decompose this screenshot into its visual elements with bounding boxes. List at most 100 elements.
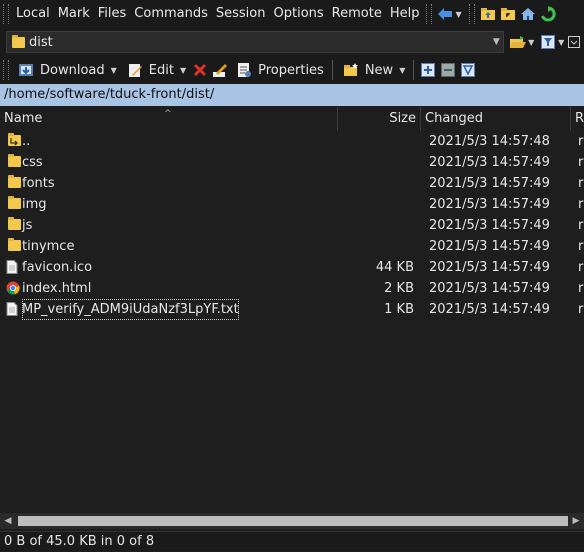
- open-directory-icon[interactable]: [508, 32, 528, 52]
- column-name-label: Name: [4, 111, 43, 126]
- file-size: 2 KB: [384, 281, 414, 296]
- file-name: favicon.ico: [22, 260, 93, 275]
- parent-directory-icon[interactable]: [478, 4, 498, 24]
- file-name: fonts: [22, 176, 55, 191]
- folder-icon: [8, 175, 21, 188]
- file-list[interactable]: .. 2021/5/3 14:57:48 r css 2021/5/3 14:57:49…: [0, 131, 584, 511]
- menu-files[interactable]: Files: [94, 0, 131, 28]
- file-changed: 2021/5/3 14:57:49: [429, 176, 550, 191]
- column-changed-label: Changed: [425, 111, 484, 126]
- column-changed[interactable]: Changed: [421, 107, 571, 131]
- file-size: 1 KB: [384, 302, 414, 317]
- path-bar: dist ▼ ▼ ▼: [0, 28, 584, 56]
- download-icon: [16, 60, 36, 80]
- edit-label: Edit: [148, 62, 174, 78]
- new-button[interactable]: New ▼: [337, 58, 410, 82]
- file-changed: 2021/5/3 14:57:49: [429, 302, 550, 317]
- scroll-right-icon[interactable]: ▶: [568, 513, 584, 529]
- menu-remote[interactable]: Remote: [328, 0, 386, 28]
- filter-icon[interactable]: [538, 32, 558, 52]
- file-changed: 2021/5/3 14:57:49: [429, 239, 550, 254]
- delete-icon[interactable]: [190, 60, 210, 80]
- file-changed: 2021/5/3 14:57:49: [429, 155, 550, 170]
- home-directory-icon[interactable]: [518, 4, 538, 24]
- file-rights: r: [578, 281, 584, 296]
- file-row[interactable]: css 2021/5/3 14:57:49 r: [0, 152, 584, 173]
- folder-icon: [8, 196, 21, 209]
- chevron-down-icon[interactable]: ▼: [180, 66, 186, 75]
- chrome-icon: [6, 281, 20, 295]
- file-changed: 2021/5/3 14:57:49: [429, 260, 550, 275]
- file-changed: 2021/5/3 14:57:49: [429, 218, 550, 233]
- column-name[interactable]: Name ^: [0, 107, 338, 131]
- file-changed: 2021/5/3 14:57:49: [429, 281, 550, 296]
- back-arrow-icon[interactable]: [435, 4, 455, 24]
- file-rights: r: [578, 302, 584, 317]
- edit-button[interactable]: Edit ▼: [121, 58, 190, 82]
- toolbar: Download ▼ Edit ▼ Properties New ▼: [0, 56, 584, 84]
- file-row[interactable]: favicon.ico 44 KB 2021/5/3 14:57:49 r: [0, 257, 584, 278]
- scrollbar-thumb[interactable]: [18, 516, 568, 526]
- file-row[interactable]: .. 2021/5/3 14:57:48 r: [0, 131, 584, 152]
- toolbar-grip[interactable]: [3, 4, 9, 24]
- file-name: ..: [22, 134, 31, 149]
- file-row[interactable]: img 2021/5/3 14:57:49 r: [0, 194, 584, 215]
- file-row[interactable]: js 2021/5/3 14:57:49 r: [0, 215, 584, 236]
- file-name: tinymce: [22, 239, 75, 254]
- toolbar-grip[interactable]: [3, 60, 9, 80]
- folder-icon: [8, 238, 21, 251]
- file-changed: 2021/5/3 14:57:48: [429, 134, 550, 149]
- select-all-icon[interactable]: [418, 60, 438, 80]
- open-directory-dropdown-icon[interactable]: ▼: [528, 38, 534, 47]
- directory-combo[interactable]: dist ▼: [6, 31, 505, 53]
- refresh-icon[interactable]: [538, 4, 558, 24]
- file-rights: r: [578, 197, 584, 212]
- chevron-down-icon[interactable]: ▼: [489, 37, 503, 47]
- horizontal-scrollbar[interactable]: ◀ ▶: [0, 513, 584, 529]
- file-row[interactable]: tinymce 2021/5/3 14:57:49 r: [0, 236, 584, 257]
- chevron-down-icon[interactable]: ▼: [399, 66, 405, 75]
- file-rights: r: [578, 260, 584, 275]
- menu-options[interactable]: Options: [270, 0, 328, 28]
- new-label: New: [364, 62, 394, 78]
- file-size: 44 KB: [375, 260, 414, 275]
- file-rights: r: [578, 239, 584, 254]
- chevron-down-icon[interactable]: ▼: [111, 66, 117, 75]
- status-bar: 0 B of 45.0 KB in 0 of 8: [0, 531, 584, 551]
- menu-bar: Local Mark Files Commands Session Option…: [0, 0, 584, 28]
- file-rights: r: [578, 218, 584, 233]
- scroll-left-icon[interactable]: ◀: [0, 513, 16, 529]
- root-directory-icon[interactable]: [498, 4, 518, 24]
- download-button[interactable]: Download ▼: [12, 58, 121, 82]
- toolbar-separator: [413, 60, 415, 80]
- column-size[interactable]: Size: [338, 107, 421, 131]
- file-row[interactable]: index.html 2 KB 2021/5/3 14:57:49 r: [0, 278, 584, 299]
- sort-ascending-icon: ^: [164, 109, 172, 119]
- toolbar-separator: [331, 60, 333, 80]
- toolbar-grip[interactable]: [426, 4, 433, 24]
- file-name: css: [22, 155, 43, 170]
- file-row[interactable]: MP_verify_ADM9iUdaNzf3LpYF.txt 1 KB 2021/5…: [0, 299, 584, 320]
- file-name: img: [22, 197, 47, 212]
- toggle-panel-icon[interactable]: [564, 32, 584, 52]
- file-row[interactable]: fonts 2021/5/3 14:57:49 r: [0, 173, 584, 194]
- unselect-all-icon[interactable]: [438, 60, 458, 80]
- rename-icon[interactable]: [210, 60, 230, 80]
- invert-selection-icon[interactable]: [458, 60, 478, 80]
- folder-icon: [8, 217, 21, 230]
- properties-icon: [234, 60, 254, 80]
- toolbar-grip[interactable]: [468, 4, 475, 24]
- back-history-dropdown-icon[interactable]: ▼: [455, 10, 461, 19]
- folder-icon: [12, 34, 25, 48]
- parent-folder-icon: [8, 133, 21, 146]
- file-name: index.html: [22, 281, 92, 296]
- menu-help[interactable]: Help: [386, 0, 424, 28]
- menu-local[interactable]: Local: [12, 0, 54, 28]
- menu-mark[interactable]: Mark: [54, 0, 94, 28]
- properties-label: Properties: [258, 62, 324, 78]
- column-rights[interactable]: R: [571, 107, 584, 131]
- file-changed: 2021/5/3 14:57:49: [429, 197, 550, 212]
- menu-commands[interactable]: Commands: [130, 0, 212, 28]
- menu-session[interactable]: Session: [212, 0, 270, 28]
- properties-button[interactable]: Properties: [230, 58, 328, 82]
